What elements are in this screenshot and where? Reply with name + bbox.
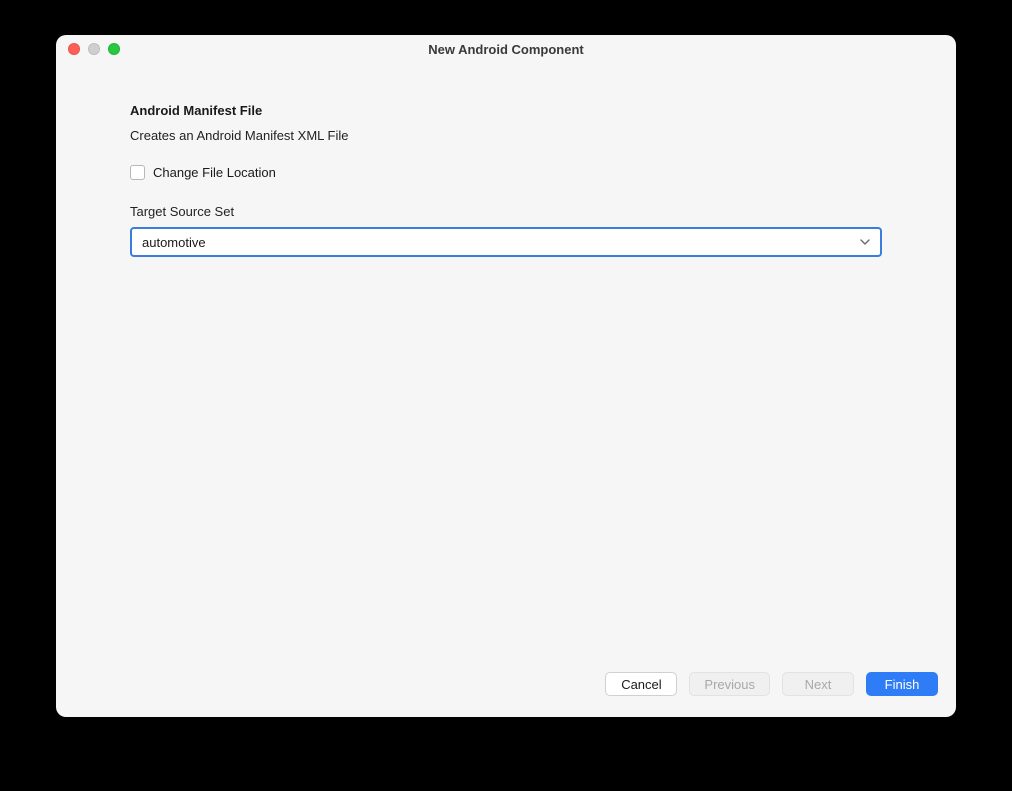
close-icon[interactable] [68,43,80,55]
window-controls [56,43,120,55]
cancel-button[interactable]: Cancel [605,672,677,696]
previous-button: Previous [689,672,770,696]
form-description: Creates an Android Manifest XML File [130,128,882,143]
target-source-set-value: automotive [142,235,206,250]
change-file-location-checkbox[interactable] [130,165,145,180]
dialog-footer: Cancel Previous Next Finish [56,665,956,717]
target-source-set-label: Target Source Set [130,204,882,219]
form-heading: Android Manifest File [130,103,882,118]
previous-button-label: Previous [704,677,755,692]
finish-button-label: Finish [885,677,920,692]
finish-button[interactable]: Finish [866,672,938,696]
zoom-icon[interactable] [108,43,120,55]
cancel-button-label: Cancel [621,677,661,692]
change-file-location-label: Change File Location [153,165,276,180]
next-button-label: Next [805,677,832,692]
dialog-window: New Android Component Android Manifest F… [56,35,956,717]
next-button: Next [782,672,854,696]
dialog-content: Android Manifest File Creates an Android… [56,63,956,665]
minimize-icon [88,43,100,55]
chevron-down-icon [860,237,870,247]
window-title: New Android Component [56,42,956,57]
change-file-location-row: Change File Location [130,165,882,180]
target-source-set-select[interactable]: automotive [130,227,882,257]
titlebar: New Android Component [56,35,956,63]
